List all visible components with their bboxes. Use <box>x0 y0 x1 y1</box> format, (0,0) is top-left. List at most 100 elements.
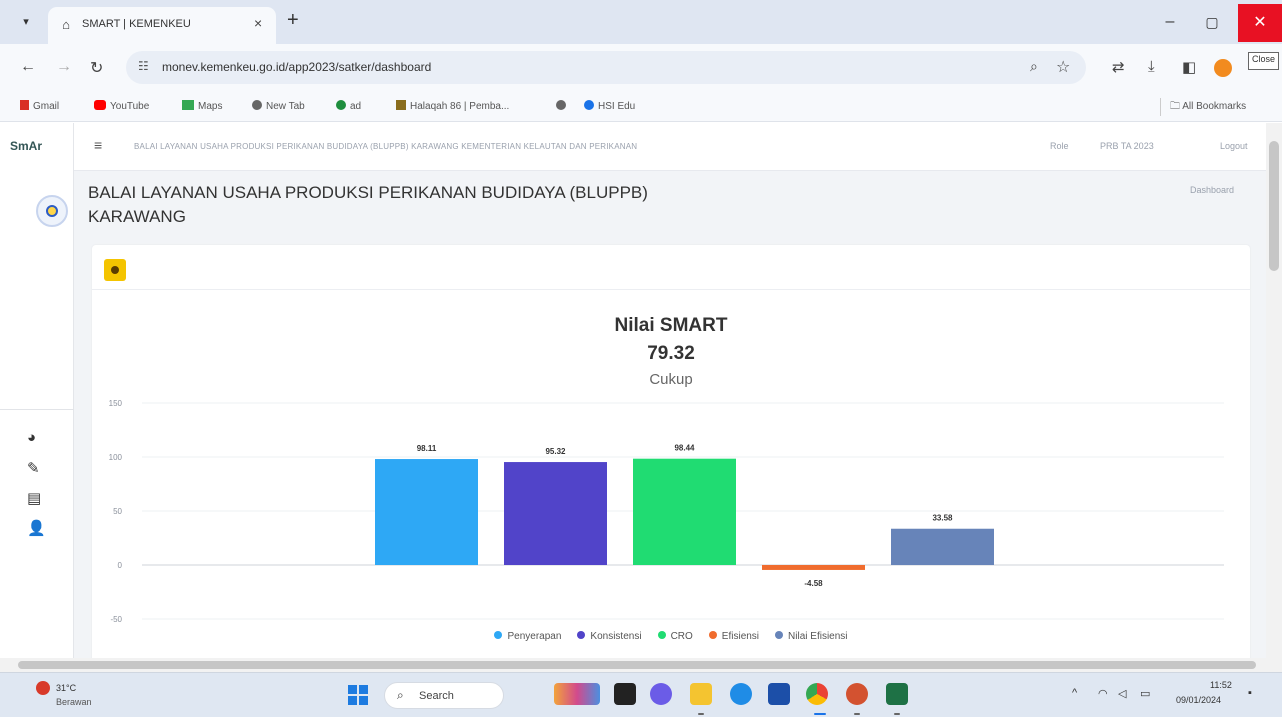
avatar-ring-icon <box>46 205 58 217</box>
window-maximize-button[interactable]: ▢ <box>1192 8 1232 36</box>
bookmark-globe[interactable] <box>556 100 570 112</box>
globe-icon <box>252 100 262 110</box>
tab-close-icon[interactable]: × <box>254 15 262 31</box>
taskbar-search[interactable]: ⌕ Search <box>384 682 504 709</box>
url-text[interactable]: monev.kemenkeu.go.id/app2023/satker/dash… <box>162 60 431 74</box>
site-info-icon[interactable]: ☷ <box>138 59 149 73</box>
gmail-icon <box>20 100 29 110</box>
store-icon[interactable] <box>768 683 790 705</box>
edge-icon[interactable] <box>730 683 752 705</box>
widgets-app-icon[interactable] <box>554 683 600 705</box>
file-explorer-dark-icon[interactable] <box>614 683 636 705</box>
menu-hamburger-icon[interactable]: ≡ <box>94 137 102 153</box>
close-tooltip: Close <box>1248 52 1280 70</box>
edit-icon[interactable]: ✎ <box>27 459 40 477</box>
bar-cro[interactable] <box>633 458 736 565</box>
powerpoint-icon[interactable] <box>846 683 868 705</box>
bar-value-label: 33.58 <box>932 514 953 523</box>
y-tick-label: 50 <box>113 507 122 516</box>
notification-icon[interactable]: ▪ <box>1248 687 1252 699</box>
bookmark-ad[interactable]: ad <box>336 100 361 112</box>
chrome-icon[interactable] <box>806 683 828 705</box>
legend-label: Efisiensi <box>721 631 760 642</box>
y-tick-label: -50 <box>110 615 122 624</box>
legend-dot-icon <box>708 631 717 639</box>
translate-icon[interactable]: ⇄ <box>1112 58 1125 76</box>
bar-value-label: 98.11 <box>417 444 437 453</box>
y-tick-label: 150 <box>109 399 123 408</box>
bookmark-youtube[interactable]: YouTube <box>94 100 149 112</box>
side-panel-icon[interactable]: ◧ <box>1182 58 1196 76</box>
window-minimize-button[interactable]: – <box>1150 8 1190 36</box>
breadcrumb[interactable]: Dashboard <box>1190 185 1234 195</box>
volume-icon[interactable]: ◁ <box>1118 687 1126 700</box>
user-icon[interactable]: 👤 <box>27 519 46 537</box>
weather-icon[interactable] <box>36 681 50 695</box>
bookmark-hsi-edu[interactable]: HSI Edu <box>584 100 635 112</box>
globe-icon <box>584 100 594 110</box>
tray-chevron-icon[interactable]: ^ <box>1072 687 1077 699</box>
legend-item[interactable]: Nilai Efisiensi <box>775 631 848 642</box>
clock-time[interactable]: 11:52 <box>1210 680 1232 690</box>
bookmark-halaqah[interactable]: Halaqah 86 | Pemba... <box>396 100 509 112</box>
start-windows-icon[interactable] <box>348 685 368 705</box>
legend-item[interactable]: CRO <box>657 631 693 642</box>
bookmark-star-icon[interactable]: ☆ <box>1056 57 1070 77</box>
new-tab-plus-icon[interactable]: + <box>287 9 299 32</box>
forward-arrow-icon[interactable]: → <box>56 58 72 76</box>
logout-link[interactable]: Logout <box>1220 141 1248 151</box>
horizontal-scrollbar[interactable] <box>0 658 1282 672</box>
back-arrow-icon[interactable]: ← <box>20 58 36 76</box>
window-close-button[interactable]: ✕ <box>1238 4 1282 42</box>
ad-icon <box>336 100 346 110</box>
all-bookmarks-button[interactable]: 🗀 All Bookmarks <box>1170 99 1246 116</box>
topnav-role-link[interactable]: Role <box>1050 141 1069 151</box>
excel-icon[interactable] <box>886 683 908 705</box>
weather-temperature[interactable]: 31°C <box>56 683 76 693</box>
user-avatar[interactable] <box>36 195 68 227</box>
y-tick-label: 100 <box>109 453 123 462</box>
bar-efisiensi[interactable] <box>762 565 865 570</box>
vertical-scrollbar[interactable] <box>1266 123 1282 658</box>
browser-tab-strip: ▾ ⌂ SMART | KEMENKEU × + – ▢ ✕ <box>0 0 1282 44</box>
app-logo[interactable]: SmAr <box>10 139 42 153</box>
reload-icon[interactable]: ↻ <box>90 58 103 78</box>
dashboard-gauge-icon[interactable]: ◕ <box>27 429 36 446</box>
bar-penyerapan[interactable] <box>375 459 478 565</box>
weather-description[interactable]: Berawan <box>56 697 92 707</box>
bookmark-new-tab[interactable]: New Tab <box>252 100 305 112</box>
wifi-icon[interactable]: ◠ <box>1098 687 1108 700</box>
file-explorer-icon[interactable] <box>690 683 712 705</box>
bar-konsistensi[interactable] <box>504 462 607 565</box>
legend-item[interactable]: Penyerapan <box>494 631 561 642</box>
topnav-year-link[interactable]: PRB TA 2023 <box>1100 141 1154 151</box>
chart-legend: Penyerapan Konsistensi CRO Efisiensi Nilai E… <box>92 631 1250 642</box>
tab-search-chevron-icon[interactable]: ▾ <box>14 10 38 34</box>
legend-label: Nilai Efisiensi <box>788 631 848 642</box>
halaqah-icon <box>396 100 406 110</box>
page-title: BALAI LAYANAN USAHA PRODUKSI PERIKANAN B… <box>88 183 648 226</box>
kemenkeu-favicon-icon: ⌂ <box>62 17 70 32</box>
bar-value-label: 98.44 <box>674 444 695 453</box>
profile-avatar[interactable] <box>1214 59 1232 77</box>
battery-icon[interactable]: ▭ <box>1140 687 1150 700</box>
legend-label: CRO <box>670 631 693 642</box>
legend-item[interactable]: Efisiensi <box>708 631 760 642</box>
bookmark-maps[interactable]: Maps <box>182 100 222 112</box>
download-icon[interactable]: ⤓ <box>1148 58 1155 75</box>
browser-tab-active[interactable]: ⌂ SMART | KEMENKEU × <box>48 7 276 44</box>
legend-dot-icon <box>494 631 503 639</box>
tab-title: SMART | KEMENKEU <box>82 18 191 30</box>
y-tick-label: 0 <box>118 561 123 570</box>
bookmark-gmail[interactable]: Gmail <box>20 100 59 112</box>
legend-dot-icon <box>657 631 666 639</box>
book-icon[interactable]: ▤ <box>27 489 41 507</box>
zoom-icon[interactable]: ⌕ <box>1030 58 1038 75</box>
clock-date[interactable]: 09/01/2024 <box>1176 695 1221 705</box>
legend-item[interactable]: Konsistensi <box>577 631 642 642</box>
chat-icon[interactable] <box>650 683 672 705</box>
maps-icon <box>182 100 194 110</box>
bar-nilai-efisiensi[interactable] <box>891 528 994 565</box>
sidebar-divider <box>0 409 74 410</box>
address-bar[interactable]: ☷ monev.kemenkeu.go.id/app2023/satker/da… <box>126 51 1086 84</box>
